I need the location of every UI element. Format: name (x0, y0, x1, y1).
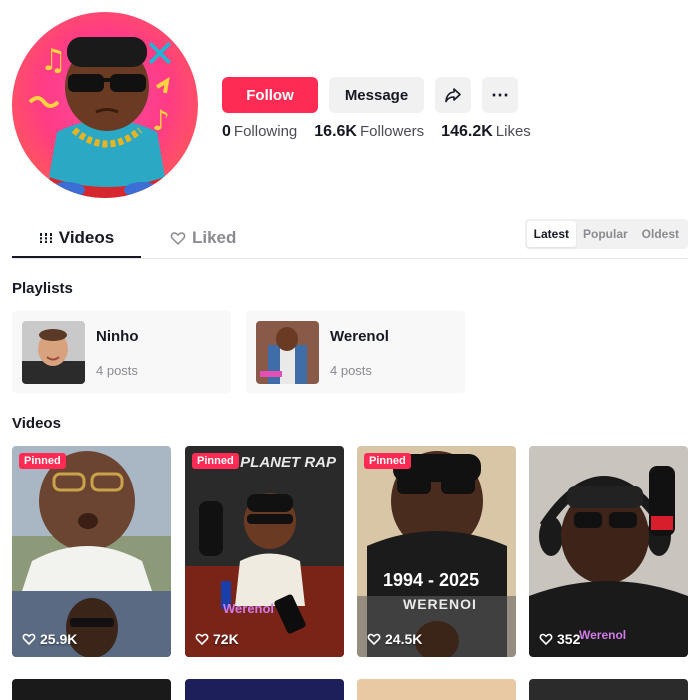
more-button[interactable]: ⋯ (482, 77, 518, 113)
share-button[interactable] (435, 77, 471, 113)
video-caption: 1994 - 2025 (383, 570, 480, 590)
video-card[interactable]: Werenol 352 (529, 446, 688, 657)
video-card[interactable] (12, 679, 171, 700)
tab-videos[interactable]: Videos (12, 219, 141, 258)
playlist-post-count: 4 posts (96, 363, 138, 378)
pinned-badge: Pinned (364, 453, 411, 469)
profile-actions: Follow Message ⋯ (222, 77, 518, 113)
sort-popular[interactable]: Popular (576, 221, 635, 247)
profile-stats: 0 Following 16.6K Followers 146.2K Likes (222, 123, 531, 141)
view-count: 24.5K (367, 631, 422, 647)
tab-videos-label: Videos (58, 227, 115, 247)
playlist-card-ninho[interactable]: Ninho 4 posts (12, 311, 231, 393)
heart-icon (367, 633, 381, 646)
likes-label: Likes (495, 123, 531, 140)
video-card[interactable]: Pinned 25.9K (12, 446, 171, 657)
liked-heart-lock-icon (170, 232, 186, 246)
followers-count: 16.6K (314, 123, 357, 140)
pinned-badge: Pinned (192, 453, 239, 469)
follow-button[interactable]: Follow (222, 77, 318, 113)
video-card[interactable]: Pinned 1994 - 2025 WERENOI 24.5K (357, 446, 516, 657)
svg-text:✕: ✕ (144, 32, 176, 76)
video-card[interactable] (357, 679, 516, 700)
video-card[interactable]: PLANET RAP Pinned Werenol 72K (185, 446, 344, 657)
heart-icon (539, 633, 553, 646)
video-caption-secondary: WERENOI (403, 596, 477, 612)
avatar-illustration: ♫ ✕ ♪ (28, 32, 176, 198)
likes-count: 146.2K (441, 123, 493, 140)
profile-avatar[interactable]: ♫ ✕ ♪ (12, 12, 198, 198)
playlist-thumbnail (256, 321, 319, 384)
view-count: 72K (195, 631, 239, 647)
video-thumbnail (12, 446, 171, 657)
playlist-name: Ninho (96, 328, 139, 345)
svg-text:♫: ♫ (40, 43, 67, 78)
video-card[interactable] (529, 679, 688, 700)
profile-tabs: Videos Liked Latest Popular Oldest (12, 219, 688, 259)
view-count-value: 25.9K (40, 631, 78, 647)
playlist-name: Werenol (330, 328, 389, 345)
playlist-thumbnail (22, 321, 85, 384)
grid-icon (38, 232, 53, 243)
stat-likes: 146.2K Likes (441, 123, 531, 141)
more-icon: ⋯ (491, 84, 509, 105)
video-thumbnail (185, 446, 344, 657)
share-icon (445, 88, 461, 103)
video-caption: Werenol (579, 628, 627, 642)
followers-label: Followers (359, 123, 425, 140)
tab-liked-label: Liked (192, 228, 237, 247)
heart-icon (22, 633, 36, 646)
message-button[interactable]: Message (329, 77, 424, 113)
planet-rap-watermark: PLANET RAP (240, 454, 336, 471)
video-card[interactable] (185, 679, 344, 700)
video-thumbnail (529, 446, 688, 657)
videos-heading: Videos (12, 415, 61, 432)
heart-icon (195, 633, 209, 646)
following-count: 0 (222, 123, 231, 140)
stat-followers[interactable]: 16.6K Followers (314, 123, 424, 141)
video-thumbnail (357, 446, 516, 657)
view-count-value: 352 (557, 631, 581, 647)
sort-oldest[interactable]: Oldest (635, 221, 686, 247)
view-count-value: 72K (213, 631, 239, 647)
stat-following[interactable]: 0 Following (222, 123, 297, 141)
view-count-value: 24.5K (385, 631, 423, 647)
playlists-heading: Playlists (12, 280, 73, 297)
tab-liked[interactable]: Liked (170, 219, 236, 257)
pinned-badge: Pinned (19, 453, 66, 469)
sort-latest[interactable]: Latest (526, 221, 576, 247)
view-count: 25.9K (22, 631, 77, 647)
sort-toggle: Latest Popular Oldest (524, 219, 688, 249)
playlist-card-werenol[interactable]: Werenol 4 posts (246, 311, 465, 393)
video-caption: Werenol (223, 601, 275, 616)
view-count: 352 (539, 631, 580, 647)
playlist-post-count: 4 posts (330, 363, 372, 378)
following-label: Following (233, 123, 298, 140)
